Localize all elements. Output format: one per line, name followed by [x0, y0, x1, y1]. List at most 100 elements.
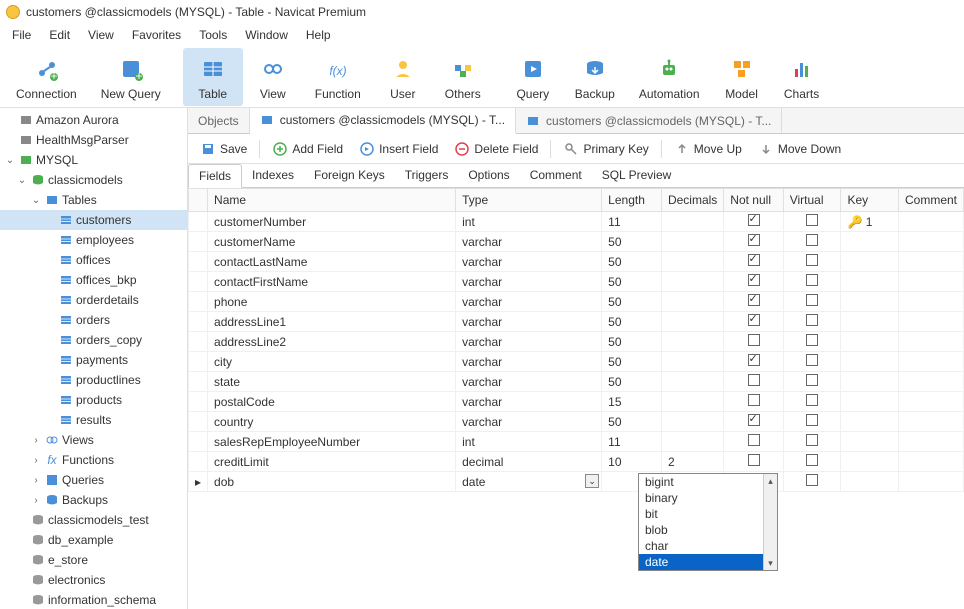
cell-comment[interactable]	[898, 232, 963, 252]
cell-type[interactable]: date⌄	[456, 472, 602, 492]
dropdown-scrollbar[interactable]: ▴ ▾	[763, 474, 777, 570]
cell-key[interactable]	[841, 232, 899, 252]
subtab-indexes[interactable]: Indexes	[242, 164, 304, 187]
cell-name[interactable]: country	[208, 412, 456, 432]
type-option-char[interactable]: char	[639, 538, 777, 554]
cell-type[interactable]: varchar	[456, 232, 602, 252]
cell-type[interactable]: varchar	[456, 392, 602, 412]
tree-table-orders_copy[interactable]: orders_copy	[0, 330, 187, 350]
menu-file[interactable]: File	[4, 26, 39, 44]
insert-field-button[interactable]: Insert Field	[353, 138, 444, 160]
cell-length[interactable]: 50	[602, 272, 662, 292]
subtab-foreign-keys[interactable]: Foreign Keys	[304, 164, 395, 187]
subtab-sql-preview[interactable]: SQL Preview	[592, 164, 682, 187]
tree-queries[interactable]: ›Queries	[0, 470, 187, 490]
tree-table-offices[interactable]: offices	[0, 250, 187, 270]
connection-button[interactable]: +Connection	[4, 48, 89, 106]
cell-virtual[interactable]	[783, 292, 841, 312]
cell-key[interactable]	[841, 292, 899, 312]
tree-table-orderdetails[interactable]: orderdetails	[0, 290, 187, 310]
others-button[interactable]: Others	[433, 48, 493, 106]
field-row[interactable]: cityvarchar50	[189, 352, 964, 372]
cell-virtual[interactable]	[783, 412, 841, 432]
sidebar[interactable]: Amazon Aurora HealthMsgParser ⌄MYSQL ⌄cl…	[0, 108, 188, 609]
tab-objects[interactable]: Objects	[188, 108, 250, 133]
cell-length[interactable]: 15	[602, 392, 662, 412]
cell-name[interactable]: contactLastName	[208, 252, 456, 272]
cell-type[interactable]: varchar	[456, 292, 602, 312]
type-option-date[interactable]: date	[639, 554, 777, 570]
cell-comment[interactable]	[898, 452, 963, 472]
dropdown-arrow-icon[interactable]: ⌄	[585, 474, 599, 488]
tree-amazon-aurora[interactable]: Amazon Aurora	[0, 110, 187, 130]
cell-comment[interactable]	[898, 412, 963, 432]
cell-decimals[interactable]	[661, 272, 723, 292]
menu-favorites[interactable]: Favorites	[124, 26, 189, 44]
field-row[interactable]: customerNamevarchar50	[189, 232, 964, 252]
subtab-options[interactable]: Options	[458, 164, 519, 187]
cell-key[interactable]	[841, 312, 899, 332]
cell-type[interactable]: varchar	[456, 252, 602, 272]
cell-name[interactable]: state	[208, 372, 456, 392]
cell-notnull[interactable]	[724, 352, 783, 372]
cell-notnull[interactable]	[724, 272, 783, 292]
cell-notnull[interactable]	[724, 212, 783, 232]
view-button[interactable]: View	[243, 48, 303, 106]
tree-db-electronics[interactable]: electronics	[0, 570, 187, 590]
cell-type[interactable]: varchar	[456, 372, 602, 392]
cell-decimals[interactable]: 2	[661, 452, 723, 472]
col-key[interactable]: Key	[841, 189, 899, 212]
cell-name[interactable]: dob	[208, 472, 456, 492]
cell-name[interactable]: phone	[208, 292, 456, 312]
cell-length[interactable]: 50	[602, 352, 662, 372]
type-option-bit[interactable]: bit	[639, 506, 777, 522]
menu-tools[interactable]: Tools	[191, 26, 235, 44]
cell-length[interactable]: 10	[602, 452, 662, 472]
field-row[interactable]: creditLimitdecimal102	[189, 452, 964, 472]
cell-type[interactable]: varchar	[456, 272, 602, 292]
tree-table-customers[interactable]: customers	[0, 210, 187, 230]
delete-field-button[interactable]: Delete Field	[448, 138, 544, 160]
field-row[interactable]: contactLastNamevarchar50	[189, 252, 964, 272]
add-field-button[interactable]: Add Field	[266, 138, 349, 160]
move-down-button[interactable]: Move Down	[752, 138, 847, 160]
cell-comment[interactable]	[898, 272, 963, 292]
cell-length[interactable]: 50	[602, 292, 662, 312]
cell-length[interactable]: 50	[602, 252, 662, 272]
cell-key[interactable]	[841, 272, 899, 292]
cell-decimals[interactable]	[661, 352, 723, 372]
tree-tables[interactable]: ⌄Tables	[0, 190, 187, 210]
cell-type[interactable]: varchar	[456, 312, 602, 332]
col-notnull[interactable]: Not null	[724, 189, 783, 212]
tree-db-e_store[interactable]: e_store	[0, 550, 187, 570]
cell-comment[interactable]	[898, 392, 963, 412]
cell-virtual[interactable]	[783, 352, 841, 372]
cell-virtual[interactable]	[783, 312, 841, 332]
cell-name[interactable]: addressLine1	[208, 312, 456, 332]
cell-name[interactable]: customerName	[208, 232, 456, 252]
cell-notnull[interactable]	[724, 292, 783, 312]
col-name[interactable]: Name	[208, 189, 456, 212]
function-button[interactable]: f(x)Function	[303, 48, 373, 106]
table-button[interactable]: Table	[183, 48, 243, 106]
tree-db-db_example[interactable]: db_example	[0, 530, 187, 550]
cell-length[interactable]: 50	[602, 412, 662, 432]
field-row[interactable]: contactFirstNamevarchar50	[189, 272, 964, 292]
col-type[interactable]: Type	[456, 189, 602, 212]
cell-virtual[interactable]	[783, 272, 841, 292]
cell-notnull[interactable]	[724, 232, 783, 252]
cell-virtual[interactable]	[783, 332, 841, 352]
type-option-binary[interactable]: binary	[639, 490, 777, 506]
tree-table-employees[interactable]: employees	[0, 230, 187, 250]
automation-button[interactable]: Automation	[627, 48, 712, 106]
field-row[interactable]: addressLine2varchar50	[189, 332, 964, 352]
cell-type[interactable]: int	[456, 212, 602, 232]
cell-notnull[interactable]	[724, 312, 783, 332]
field-row[interactable]: countryvarchar50	[189, 412, 964, 432]
tab-customers-design[interactable]: customers @classicmodels (MYSQL) - T...	[250, 108, 516, 134]
cell-virtual[interactable]	[783, 252, 841, 272]
cell-length[interactable]: 50	[602, 332, 662, 352]
cell-type[interactable]: int	[456, 432, 602, 452]
col-virtual[interactable]: Virtual	[783, 189, 841, 212]
cell-notnull[interactable]	[724, 432, 783, 452]
